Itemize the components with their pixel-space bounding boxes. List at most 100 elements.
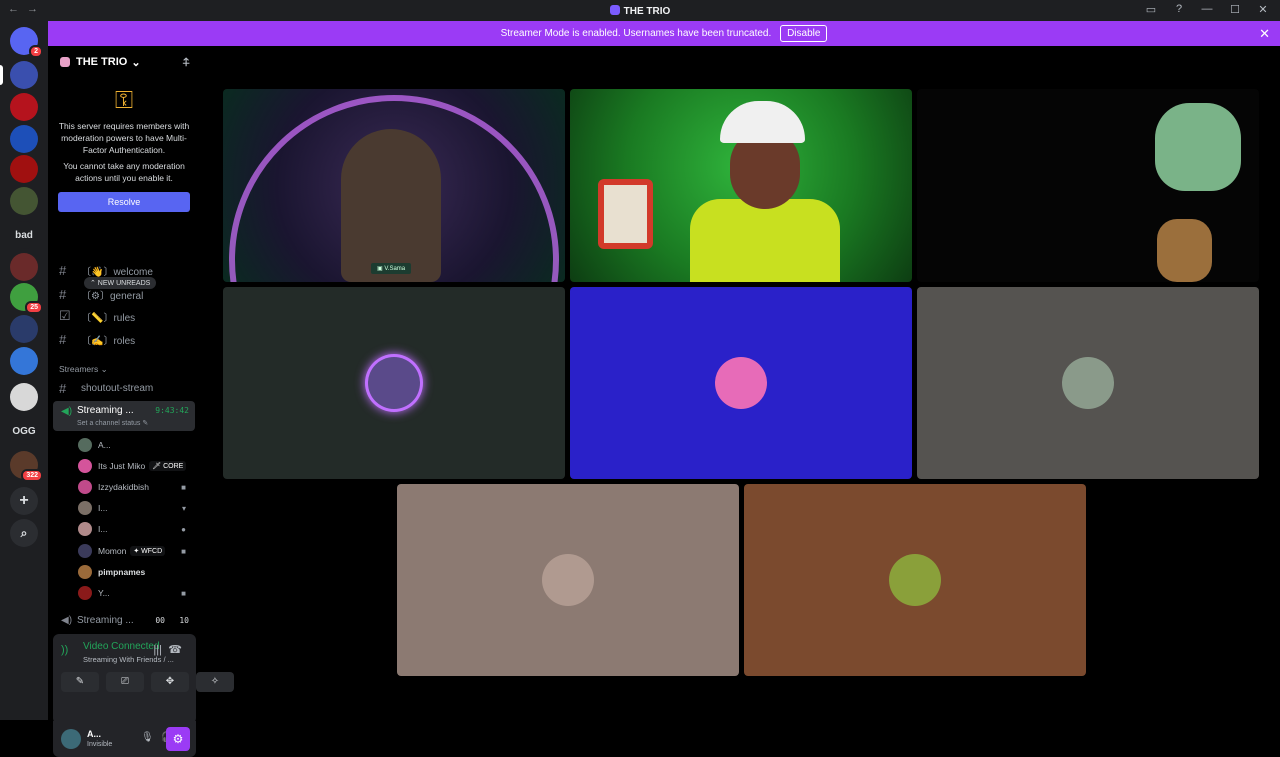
video-camera-icon: ■ bbox=[181, 546, 186, 556]
selected-server-indicator bbox=[0, 65, 3, 85]
server-4-icon[interactable] bbox=[10, 155, 38, 183]
voice-channel-active[interactable]: ◀) Streaming ... 9:43:42 Set a channel s… bbox=[53, 401, 195, 431]
channel-status[interactable]: Set a channel status ✎ bbox=[77, 419, 148, 427]
avatar[interactable] bbox=[61, 729, 81, 749]
camera-off-button[interactable]: ✎ bbox=[61, 672, 99, 692]
avatar bbox=[78, 544, 92, 558]
channel-shoutout-stream[interactable]: # shoutout-stream bbox=[56, 378, 194, 398]
streamer-mode-banner: Streamer Mode is enabled. Usernames have… bbox=[48, 21, 1280, 46]
voice-member[interactable]: Momon ✦ WFCD ■ bbox=[78, 542, 192, 560]
voice-channel-name: Streaming ... bbox=[77, 615, 134, 626]
participant-avatar bbox=[889, 554, 941, 606]
maximize-icon[interactable]: ☐ bbox=[1228, 3, 1242, 16]
window-controls: ▭ ? — ☐ ✕ bbox=[1144, 3, 1270, 16]
user-limit: 10 bbox=[179, 616, 189, 625]
speaker-icon: ◀) bbox=[61, 615, 73, 626]
add-server-icon[interactable]: + bbox=[10, 487, 38, 515]
help-icon[interactable]: ? bbox=[1172, 3, 1186, 16]
voice-connected-panel: )) Video Connected Streaming With Friend… bbox=[53, 634, 234, 724]
discover-icon[interactable]: ⌕ bbox=[10, 519, 38, 547]
voice-member[interactable]: pimpnames bbox=[78, 563, 192, 581]
server-3-icon[interactable] bbox=[10, 125, 38, 153]
channel-roles[interactable]: # 〔✍〕roles bbox=[56, 329, 194, 349]
disconnect-icon[interactable]: ☎ bbox=[168, 643, 182, 656]
whiteboard bbox=[598, 179, 653, 249]
username[interactable]: A... bbox=[87, 729, 101, 739]
minimize-icon[interactable]: — bbox=[1200, 3, 1214, 16]
server-2-icon[interactable] bbox=[10, 93, 38, 121]
banner-close-icon[interactable]: ✕ bbox=[1259, 26, 1270, 42]
channel-label: 〔📏〕rules bbox=[81, 312, 136, 324]
video-tile-1[interactable]: ▣ V.Sama bbox=[223, 89, 565, 282]
close-icon[interactable]: ✕ bbox=[1256, 3, 1270, 16]
avatar bbox=[78, 586, 92, 600]
noise-suppression-icon[interactable]: ||| bbox=[153, 644, 162, 656]
cam-overlay-label: ▣ V.Sama bbox=[371, 263, 412, 274]
server-1-icon[interactable] bbox=[10, 61, 38, 89]
user-count: 00 bbox=[155, 616, 165, 625]
server-bad-icon[interactable]: bad bbox=[10, 221, 38, 249]
voice-connected-title[interactable]: Video Connected bbox=[83, 641, 160, 652]
user-status: Invisible bbox=[87, 741, 113, 748]
channel-rules[interactable]: ☑ 〔📏〕rules bbox=[56, 306, 194, 326]
unread-badge: 2 bbox=[29, 45, 43, 58]
tile-4[interactable] bbox=[223, 287, 565, 479]
voice-member[interactable]: I... ● bbox=[78, 520, 192, 538]
server-13-icon[interactable]: 322 bbox=[10, 451, 43, 482]
banner-text: Streamer Mode is enabled. Usernames have… bbox=[500, 28, 772, 39]
server-ogg-icon[interactable]: OGG bbox=[10, 417, 38, 445]
video-camera-icon: ■ bbox=[181, 482, 186, 492]
server-7-icon[interactable] bbox=[10, 253, 38, 281]
participant-avatar bbox=[368, 357, 420, 409]
window-title: THE TRIO bbox=[0, 5, 1280, 17]
voice-member[interactable]: Y... ■ bbox=[78, 584, 192, 602]
tile-6[interactable] bbox=[917, 287, 1259, 479]
signal-icon[interactable]: )) bbox=[61, 644, 68, 656]
tile-8[interactable] bbox=[744, 484, 1086, 676]
activities-button[interactable]: ✥ bbox=[151, 672, 189, 692]
avatar bbox=[78, 501, 92, 515]
resolve-button[interactable]: Resolve bbox=[58, 192, 190, 212]
flask-overlay bbox=[1155, 103, 1241, 191]
member-name: Momon bbox=[98, 546, 127, 556]
voice-member[interactable]: Its Just Miko 🗡 CORE bbox=[78, 457, 192, 475]
microphone-icon[interactable]: 🎙 bbox=[141, 732, 154, 743]
screen-share-button[interactable]: ⎚ bbox=[106, 672, 144, 692]
voice-member[interactable]: Izzydakidbish ■ bbox=[78, 478, 192, 496]
server-5-icon[interactable] bbox=[10, 187, 38, 215]
avatar bbox=[78, 459, 92, 473]
voice-member[interactable]: A... bbox=[78, 436, 192, 454]
settings-gear-icon[interactable]: ⚙ bbox=[166, 727, 190, 751]
discord-home-icon[interactable]: 2 bbox=[10, 27, 43, 58]
tile-5[interactable] bbox=[570, 287, 912, 479]
server-8-icon[interactable]: 25 bbox=[10, 283, 43, 314]
soundboard-button[interactable]: ✧ bbox=[196, 672, 234, 692]
server-icon bbox=[609, 5, 620, 15]
chevron-down-icon: ⌄ bbox=[131, 56, 141, 69]
server-11-icon[interactable] bbox=[10, 383, 38, 411]
video-tile-3[interactable] bbox=[917, 89, 1259, 282]
video-camera-icon: ▾ bbox=[181, 503, 186, 513]
voice-member[interactable]: I... ▾ bbox=[78, 499, 192, 517]
voice-connected-subtitle[interactable]: Streaming With Friends / ... bbox=[83, 655, 174, 664]
server-header[interactable]: THE TRIO ⌄ ⍏ bbox=[48, 46, 200, 78]
voice-channel-other[interactable]: ◀) Streaming ... 00 10 bbox=[53, 612, 195, 630]
video-tile-2[interactable] bbox=[570, 89, 912, 282]
channel-label: 〔👋〕welcome bbox=[81, 266, 153, 278]
voice-buttons: ✎ ⎚ ✥ ✧ bbox=[61, 672, 234, 692]
category-streamers[interactable]: Streamers ⌄ bbox=[59, 364, 108, 375]
inbox-icon[interactable]: ▭ bbox=[1144, 3, 1158, 16]
server-10-icon[interactable] bbox=[10, 347, 38, 375]
server-9-icon[interactable] bbox=[10, 315, 38, 343]
tile-7[interactable] bbox=[397, 484, 739, 676]
channel-sidebar: THE TRIO ⌄ ⍏ ⚿ This server requires memb… bbox=[48, 46, 234, 757]
channel-general[interactable]: # 〔⚙〕general bbox=[56, 284, 194, 304]
add-member-icon[interactable]: ⍏ bbox=[183, 55, 190, 70]
disable-button[interactable]: Disable bbox=[780, 25, 828, 42]
member-name: I... bbox=[98, 524, 108, 534]
server-rail: 2 bad 25 OGG 322 + ⌕ bbox=[0, 21, 48, 720]
video-camera-icon: ■ bbox=[181, 588, 186, 598]
participant-avatar bbox=[542, 554, 594, 606]
member-name: Y... bbox=[98, 588, 110, 598]
participant-avatar bbox=[715, 357, 767, 409]
